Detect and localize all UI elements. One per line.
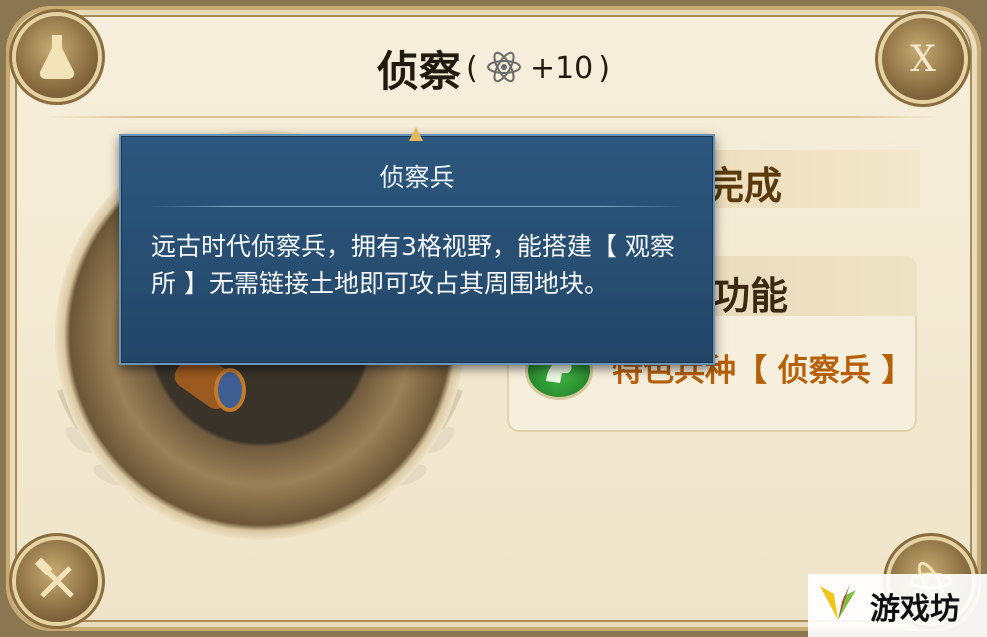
- header-divider: [46, 116, 941, 118]
- page-title: 侦察: [376, 47, 461, 96]
- function-title: 功能: [712, 274, 789, 318]
- close-label: X: [910, 38, 936, 80]
- watermark: 游戏坊: [808, 574, 987, 637]
- close-button[interactable]: X: [882, 18, 964, 100]
- watermark-text: 游戏坊: [870, 591, 960, 627]
- watermark-logo-icon: [814, 580, 862, 632]
- status-text: 完成: [706, 164, 783, 208]
- tooltip-divider: [151, 206, 683, 207]
- tooltip-description: 远古时代侦察兵，拥有3格视野，能搭建【 观察所 】无需链接土地即可攻占其周围地块…: [151, 232, 675, 298]
- tooltip-title: 侦察兵: [379, 163, 455, 192]
- bonus-close-paren: ): [598, 51, 611, 86]
- tooltip-notch-icon: [409, 126, 423, 141]
- unit-tooltip: 侦察兵 远古时代侦察兵，拥有3格视野，能搭建【 观察所 】无需链接土地即可攻占其…: [119, 127, 715, 365]
- bonus-open-paren: (: [466, 51, 478, 86]
- bonus-value: +10: [529, 51, 594, 86]
- potion-flask-icon[interactable]: [16, 16, 98, 98]
- atom-icon: [485, 48, 523, 90]
- header: 侦察 ( +10 ): [0, 38, 987, 99]
- wrench-hammer-icon[interactable]: [16, 540, 98, 622]
